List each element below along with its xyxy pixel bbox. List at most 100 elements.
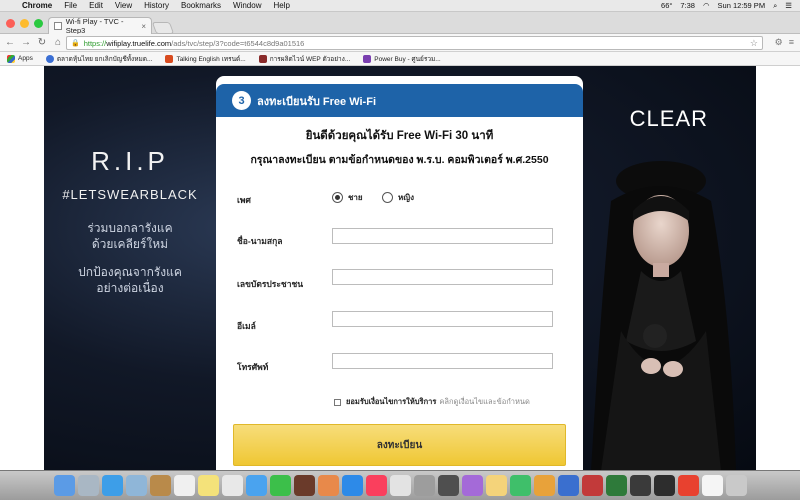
reload-icon[interactable]: ↻: [36, 37, 48, 48]
tagline-line: ปกป้องคุณจากรังแค: [78, 265, 182, 279]
bookmark-item[interactable]: Talking English เทรนด์...: [165, 54, 246, 64]
powerpoint-icon[interactable]: [581, 475, 603, 496]
wifi-icon[interactable]: ◠: [703, 1, 710, 10]
bookmark-label: Power Buy - ศูนย์รวม...: [374, 55, 441, 63]
tab-title: Wi-fi Play - TVC - Step3: [65, 17, 124, 35]
reminders-icon[interactable]: [221, 475, 243, 496]
web-page: R.I.P #LETSWEARBLACK ร่วมบอกลารังแค ด้วย…: [0, 66, 800, 470]
phone-label: โทรศัพท์: [237, 362, 269, 372]
utility-icon[interactable]: [413, 475, 435, 496]
form-headline: ยินดีด้วยคุณได้รับ Free Wi-Fi 30 นาที: [305, 130, 494, 142]
terms-checkbox[interactable]: [334, 398, 341, 406]
trash-icon[interactable]: [725, 475, 747, 496]
tagline-line: ร่วมบอกลารังแค: [87, 221, 173, 235]
terms-label: ยอมรับเงื่อนไขการให้บริการ: [346, 397, 437, 406]
campaign-hashtag: #LETSWEARBLACK: [62, 187, 198, 202]
excel-icon[interactable]: [605, 475, 627, 496]
register-button[interactable]: ลงทะเบียน: [233, 424, 566, 466]
messages-icon[interactable]: [245, 475, 267, 496]
clock[interactable]: Sun 12:59 PM: [718, 1, 766, 10]
gender-female-radio[interactable]: หญิง: [382, 191, 414, 204]
name-label: ชื่อ-นามสกุล: [237, 236, 283, 246]
temperature-readout: 66°: [661, 1, 673, 10]
list-icon[interactable]: ☰: [785, 1, 792, 10]
menu-bookmarks[interactable]: Bookmarks: [181, 1, 221, 10]
menu-history[interactable]: History: [144, 1, 169, 10]
ibooks-icon[interactable]: [317, 475, 339, 496]
word-icon[interactable]: [557, 475, 579, 496]
model-figure-image: [591, 161, 736, 470]
name-input[interactable]: [332, 228, 553, 244]
back-arrow-icon[interactable]: ←: [4, 37, 16, 48]
bookmark-item[interactable]: ตลาดหุ้นไทย ยกเลิกบัญชีทั้งหมด...: [45, 54, 152, 64]
menu-help[interactable]: Help: [273, 1, 289, 10]
pages-icon[interactable]: [485, 475, 507, 496]
browser-tab[interactable]: Wi-fi Play - TVC - Step3 ×: [48, 17, 152, 35]
app-store-icon[interactable]: [341, 475, 363, 496]
menubar-status: 66° 7:38 ◠ Sun 12:59 PM ⌕ ☰: [661, 1, 800, 11]
terminal-icon[interactable]: [437, 475, 459, 496]
bookmark-item[interactable]: Power Buy - ศูนย์รวม...: [363, 54, 441, 64]
terms-consent: ยอมรับเงื่อนไขการให้บริการ คลิกดูเงื่อนไ…: [334, 396, 530, 408]
menu-window[interactable]: Window: [233, 1, 261, 10]
chrome-icon[interactable]: [677, 475, 699, 496]
menu-edit[interactable]: Edit: [89, 1, 103, 10]
keynote-icon[interactable]: [533, 475, 555, 496]
gender-male-radio[interactable]: ชาย: [332, 191, 363, 204]
close-window-icon[interactable]: [6, 19, 15, 28]
campaign-tagline-1: ร่วมบอกลารังแค ด้วยเคลียร์ใหม่: [44, 220, 216, 252]
menu-chrome[interactable]: Chrome: [22, 1, 52, 10]
calendar-icon[interactable]: [173, 475, 195, 496]
safari-icon[interactable]: [101, 475, 123, 496]
window-controls: [6, 19, 43, 28]
email-input[interactable]: [332, 311, 553, 327]
search-icon[interactable]: ⌕: [773, 1, 777, 11]
bookmark-label: Talking English เทรนด์...: [176, 55, 246, 63]
bookmark-apps[interactable]: Apps: [7, 54, 33, 63]
new-tab-button[interactable]: [151, 22, 175, 34]
bookmarks-bar: Apps ตลาดหุ้นไทย ยกเลิกบัญชีทั้งหมด... T…: [0, 52, 800, 66]
document-icon[interactable]: [701, 475, 723, 496]
url-host: wifiplay.truelife.com: [106, 38, 172, 48]
menu-icon[interactable]: ≡: [789, 37, 794, 48]
bridge-icon[interactable]: [653, 475, 675, 496]
preview-icon[interactable]: [125, 475, 147, 496]
numbers-icon[interactable]: [509, 475, 531, 496]
photoshop-icon[interactable]: [629, 475, 651, 496]
id-label: เลขบัตรประชาชน: [237, 279, 304, 289]
finder-icon[interactable]: [53, 475, 75, 496]
zoom-window-icon[interactable]: [34, 19, 43, 28]
system-preferences-icon[interactable]: [389, 475, 411, 496]
menu-view[interactable]: View: [115, 1, 132, 10]
site-icon: [258, 54, 267, 63]
id-number-input[interactable]: [332, 269, 553, 285]
rip-heading: R.I.P: [91, 146, 169, 176]
photo-booth-icon[interactable]: [293, 475, 315, 496]
macos-dock: [0, 470, 800, 500]
radio-selected-icon: [332, 192, 343, 203]
home-icon[interactable]: ⌂: [52, 37, 64, 48]
menu-file[interactable]: File: [64, 1, 77, 10]
gender-label: เพศ: [237, 195, 251, 205]
launchpad-icon[interactable]: [77, 475, 99, 496]
imovie-icon[interactable]: [461, 475, 483, 496]
bookmark-star-icon[interactable]: ☆: [750, 38, 758, 49]
email-label: อีเมล์: [237, 321, 256, 331]
bookmark-label: Apps: [18, 55, 33, 62]
facetime-icon[interactable]: [269, 475, 291, 496]
address-bar[interactable]: 🔒 https:// wifiplay.truelife.com /ads/tv…: [66, 36, 763, 50]
forward-arrow-icon[interactable]: →: [20, 37, 32, 48]
terms-link[interactable]: คลิกดูเงื่อนไขและข้อกำหนด: [439, 396, 530, 408]
bookmark-item[interactable]: การผลิตไวน์ WEP ตัวอย่าง...: [258, 54, 350, 64]
itunes-icon[interactable]: [365, 475, 387, 496]
close-tab-icon[interactable]: ×: [141, 22, 146, 31]
phone-input[interactable]: [332, 353, 553, 369]
extension-icon[interactable]: ⚙: [775, 37, 783, 48]
minimize-window-icon[interactable]: [20, 19, 29, 28]
step-number: 3: [232, 91, 251, 110]
notes-icon[interactable]: [197, 475, 219, 496]
site-icon: [165, 54, 174, 63]
toolbar-extensions: ⚙ ≡: [775, 37, 794, 48]
tagline-line: อย่างต่อเนื่อง: [96, 281, 164, 295]
contacts-icon[interactable]: [149, 475, 171, 496]
